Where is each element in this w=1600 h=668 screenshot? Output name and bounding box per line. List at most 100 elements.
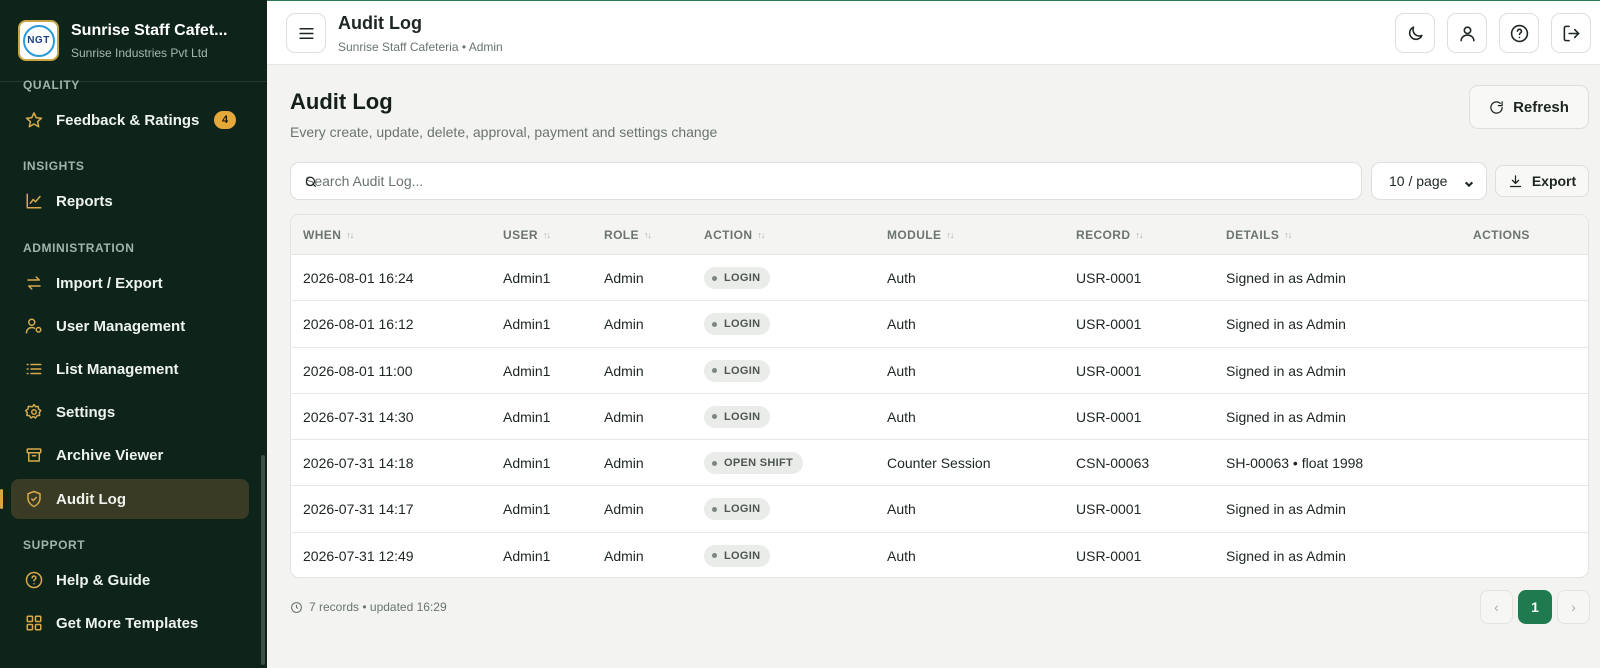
pagination-page-1[interactable]: 1 — [1518, 590, 1552, 624]
sidebar-item-label: Audit Log — [56, 490, 126, 508]
sidebar-item-list-management[interactable]: List Management — [11, 349, 249, 389]
sidebar-item-label: Get More Templates — [56, 614, 199, 632]
action-label: LOGIN — [724, 549, 761, 562]
sidebar-item-settings[interactable]: Settings — [11, 392, 249, 432]
help-circle-icon — [1510, 24, 1528, 42]
cell-role: Admin — [604, 501, 644, 518]
sort-icon: ↑↓ — [643, 230, 652, 240]
cell-role: Admin — [604, 316, 644, 333]
audit-log-table: WHEN ↑↓ USER ↑↓ ROLE ↑↓ ACTION ↑↓ MODULE ↑↓ R… — [290, 214, 1589, 578]
export-label: Export — [1531, 173, 1577, 189]
download-icon — [1509, 174, 1521, 187]
brand-header[interactable]: NGT Sunrise Staff Cafet... Sunrise Indus… — [0, 0, 267, 82]
table-row[interactable]: 2026-07-31 12:49 Admin1 Admin LOGIN Auth USR-… — [291, 533, 1588, 577]
archive-icon — [25, 446, 43, 464]
brand-subtitle: Sunrise Industries Pvt Ltd — [71, 45, 208, 60]
cell-record: USR-0001 — [1076, 408, 1142, 425]
column-header-user[interactable]: USER ↑↓ — [503, 228, 551, 242]
sidebar-item-reports[interactable]: Reports — [11, 181, 249, 221]
action-badge: LOGIN — [704, 359, 771, 382]
column-header-module[interactable]: MODULE ↑↓ — [887, 228, 954, 242]
cell-record: USR-0001 — [1076, 362, 1142, 379]
sidebar-item-label: Help & Guide — [56, 571, 151, 589]
sidebar-item-import-export[interactable]: Import / Export — [11, 263, 249, 303]
column-header-record[interactable]: RECORD ↑↓ — [1076, 228, 1143, 242]
sidebar-item-get-more-templates[interactable]: Get More Templates — [11, 603, 249, 643]
sidebar-item-user-management[interactable]: User Management — [11, 306, 249, 346]
per-page-select[interactable]: 10 / page — [1371, 162, 1487, 200]
cell-record: USR-0001 — [1076, 316, 1142, 333]
sort-icon: ↑↓ — [1284, 230, 1292, 240]
cell-user: Admin1 — [503, 455, 551, 472]
table-row[interactable]: 2026-07-31 14:30 Admin1 Admin LOGIN Auth USR-… — [291, 394, 1588, 441]
section-quality: QUALITY — [23, 78, 80, 92]
help-button[interactable] — [1499, 13, 1539, 53]
sort-icon: ↑↓ — [757, 230, 765, 240]
search-box[interactable] — [290, 162, 1362, 200]
sidebar-item-label: Feedback & Ratings — [56, 111, 200, 129]
pagination-next-button[interactable]: › — [1557, 590, 1590, 624]
hamburger-icon — [298, 27, 314, 39]
cell-record: USR-0001 — [1076, 547, 1142, 564]
cell-user: Admin1 — [503, 408, 551, 425]
profile-button[interactable] — [1447, 13, 1487, 53]
user-cog-icon — [25, 317, 43, 335]
shield-check-icon — [25, 490, 43, 508]
chevron-down-icon — [1464, 176, 1474, 188]
table-row[interactable]: 2026-08-01 16:12 Admin1 Admin LOGIN Auth USR-… — [291, 301, 1588, 348]
arrows-swap-icon — [25, 274, 43, 292]
logo-text: NGT — [27, 35, 50, 46]
sidebar-item-feedback-ratings[interactable]: Feedback & Ratings 4 — [11, 100, 249, 140]
table-row[interactable]: 2026-07-31 14:17 Admin1 Admin LOGIN Auth USR-… — [291, 486, 1588, 533]
cell-when: 2026-08-01 11:00 — [303, 362, 413, 379]
cell-user: Admin1 — [503, 501, 551, 518]
column-header-role[interactable]: ROLE ↑↓ — [604, 228, 652, 242]
action-label: LOGIN — [724, 364, 761, 377]
cell-details: Signed in as Admin — [1226, 408, 1346, 425]
section-administration: ADMINISTRATION — [23, 241, 135, 255]
sidebar-item-archive-viewer[interactable]: Archive Viewer — [11, 435, 249, 475]
table-header: WHEN ↑↓ USER ↑↓ ROLE ↑↓ ACTION ↑↓ MODULE ↑↓ R… — [291, 215, 1588, 255]
menu-toggle-button[interactable] — [286, 13, 326, 53]
table-row[interactable]: 2026-08-01 11:00 Admin1 Admin LOGIN Auth USR-… — [291, 348, 1588, 394]
sidebar-item-label: User Management — [56, 317, 186, 335]
theme-toggle-button[interactable] — [1395, 13, 1435, 53]
sidebar-item-audit-log[interactable]: Audit Log — [11, 479, 249, 519]
cell-module: Auth — [887, 270, 916, 286]
sidebar-item-label: Settings — [56, 403, 116, 421]
sidebar-scrollbar[interactable] — [261, 455, 265, 665]
records-info-text: 7 records • updated 16:29 — [309, 600, 447, 614]
cell-details: Signed in as Admin — [1226, 547, 1346, 564]
sidebar-item-label: Archive Viewer — [56, 446, 164, 464]
cell-record: CSN-00063 — [1076, 455, 1150, 472]
logout-button[interactable] — [1551, 13, 1591, 53]
status-dot — [712, 368, 717, 374]
cell-role: Admin — [604, 547, 644, 564]
refresh-icon — [1490, 100, 1503, 114]
company-logo: NGT — [18, 20, 59, 61]
cell-when: 2026-07-31 14:17 — [303, 501, 414, 518]
sort-icon: ↑↓ — [346, 230, 354, 240]
table-row[interactable]: 2026-07-31 14:18 Admin1 Admin OPEN SHIFT Cou… — [291, 440, 1588, 487]
status-dot — [712, 414, 717, 420]
search-input[interactable] — [305, 173, 1361, 189]
status-dot — [712, 275, 717, 281]
help-circle-icon — [25, 571, 43, 589]
column-header-when[interactable]: WHEN ↑↓ — [303, 228, 354, 242]
cell-details: Signed in as Admin — [1226, 316, 1346, 333]
sort-icon: ↑↓ — [1135, 230, 1143, 240]
cell-when: 2026-07-31 12:49 — [303, 547, 414, 564]
page-title: Audit Log — [290, 89, 393, 114]
status-dot — [712, 506, 717, 512]
column-header-details[interactable]: DETAILS ↑↓ — [1226, 228, 1292, 242]
list-icon — [25, 360, 43, 378]
cell-module: Auth — [887, 547, 916, 564]
section-support: SUPPORT — [23, 538, 86, 552]
table-row[interactable]: 2026-08-01 16:24 Admin1 Admin LOGIN Auth USR-… — [291, 255, 1588, 302]
refresh-button[interactable]: Refresh — [1469, 85, 1589, 129]
column-header-action[interactable]: ACTION ↑↓ — [704, 228, 765, 242]
sidebar-item-help-guide[interactable]: Help & Guide — [11, 560, 249, 600]
pagination-prev-button[interactable]: ‹ — [1480, 590, 1513, 624]
export-button[interactable]: Export — [1495, 165, 1589, 197]
action-badge: OPEN SHIFT — [704, 452, 804, 475]
